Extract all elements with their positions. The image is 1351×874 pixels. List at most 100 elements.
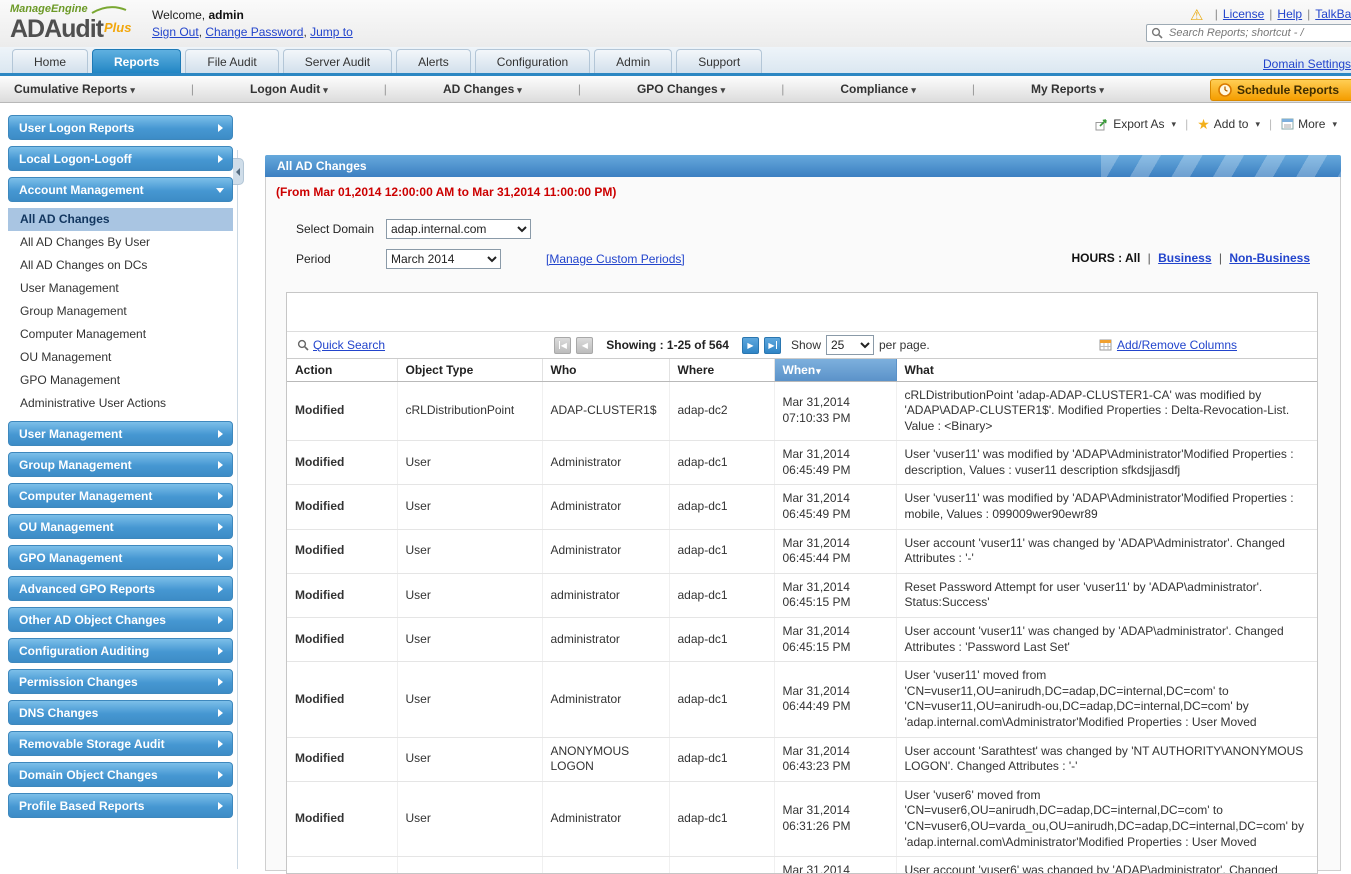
sidebar-item-group-management[interactable]: Group Management bbox=[8, 300, 233, 323]
sidebar-group-configuration-auditing[interactable]: Configuration Auditing bbox=[8, 638, 233, 663]
column-header-what[interactable]: What bbox=[896, 359, 1317, 381]
subnav-cumulative-reports[interactable]: Cumulative Reports▾ bbox=[14, 82, 135, 96]
domain-select[interactable]: adap.internal.com bbox=[386, 219, 531, 239]
table-row[interactable]: ModifiedUserANONYMOUS LOGONadap-dc1Mar 3… bbox=[287, 737, 1317, 781]
cell-action: Modified bbox=[287, 618, 397, 662]
utility-link-license[interactable]: License bbox=[1223, 7, 1264, 21]
sidebar-group-gpo-management[interactable]: GPO Management bbox=[8, 545, 233, 570]
tab-support[interactable]: Support bbox=[676, 49, 762, 73]
utility-link-help[interactable]: Help bbox=[1277, 7, 1302, 21]
hours-business-link[interactable]: Business bbox=[1158, 251, 1211, 265]
domain-settings-link[interactable]: Domain Settings bbox=[1263, 57, 1351, 71]
previous-page-button[interactable]: ◀ bbox=[576, 337, 593, 354]
column-header-when[interactable]: When▾ bbox=[774, 359, 896, 381]
subnav-my-reports[interactable]: My Reports▾ bbox=[1031, 82, 1104, 96]
sidebar-group-group-management[interactable]: Group Management bbox=[8, 452, 233, 477]
schedule-reports-button[interactable]: Schedule Reports bbox=[1210, 79, 1351, 101]
when-date: Mar 31,2014 bbox=[783, 536, 888, 552]
manage-custom-periods-link[interactable]: [Manage Custom Periods] bbox=[546, 252, 685, 266]
sidebar-item-all-ad-changes[interactable]: All AD Changes bbox=[8, 208, 233, 231]
sidebar-group-removable-storage-audit[interactable]: Removable Storage Audit bbox=[8, 731, 233, 756]
sidebar-group-computer-management[interactable]: Computer Management bbox=[8, 483, 233, 508]
sidebar-item-computer-management[interactable]: Computer Management bbox=[8, 323, 233, 346]
session-link-sign-out[interactable]: Sign Out bbox=[152, 25, 199, 39]
table-row[interactable]: ModifiedUserAdministratoradap-dc1Mar 31,… bbox=[287, 529, 1317, 573]
sidebar-edge bbox=[237, 150, 238, 869]
sidebar-item-all-ad-changes-on-dcs[interactable]: All AD Changes on DCs bbox=[8, 254, 233, 277]
sidebar-group-dns-changes[interactable]: DNS Changes bbox=[8, 700, 233, 725]
when-date: Mar 31,2014 bbox=[783, 684, 888, 700]
table-row[interactable]: ModifiedUserAdministratoradap-dc1Mar 31,… bbox=[287, 441, 1317, 485]
subnav-logon-audit[interactable]: Logon Audit▾ bbox=[250, 82, 328, 96]
more-button[interactable]: More▾ bbox=[1281, 117, 1337, 131]
table-row[interactable]: ModifiedUserAdministratoradap-dc1Mar 31,… bbox=[287, 781, 1317, 856]
tab-home[interactable]: Home bbox=[12, 49, 88, 73]
sidebar-group-label: OU Management bbox=[19, 520, 114, 534]
last-page-button[interactable]: ▶ bbox=[764, 337, 781, 354]
search-box[interactable] bbox=[1146, 24, 1351, 42]
hours-non-business-link[interactable]: Non-Business bbox=[1229, 251, 1310, 265]
page-size-select[interactable]: 25 bbox=[826, 335, 874, 355]
session-link-jump-to[interactable]: Jump to bbox=[310, 25, 353, 39]
subnav-ad-changes[interactable]: AD Changes▾ bbox=[443, 82, 522, 96]
sidebar-group-permission-changes[interactable]: Permission Changes bbox=[8, 669, 233, 694]
sidebar-collapse-handle[interactable] bbox=[233, 158, 244, 185]
column-header-action[interactable]: Action bbox=[287, 359, 397, 381]
search-input[interactable] bbox=[1167, 26, 1351, 40]
cell-what: User account 'Sarathtest' was changed by… bbox=[896, 737, 1317, 781]
tab-file-audit[interactable]: File Audit bbox=[185, 49, 278, 73]
column-header-object-type[interactable]: Object Type bbox=[397, 359, 542, 381]
report-date-range: (From Mar 01,2014 12:00:00 AM to Mar 31,… bbox=[266, 177, 1340, 201]
next-page-button[interactable]: ▶ bbox=[742, 337, 759, 354]
tab-server-audit[interactable]: Server Audit bbox=[283, 49, 392, 73]
main-panel: All AD Changes (From Mar 01,2014 12:00:0… bbox=[265, 155, 1341, 869]
sidebar-group-user-logon-reports[interactable]: User Logon Reports bbox=[8, 115, 233, 140]
chevron-right-icon bbox=[218, 709, 223, 717]
cell-who: ANONYMOUS LOGON bbox=[542, 737, 669, 781]
sidebar-group-local-logon-logoff[interactable]: Local Logon-Logoff bbox=[8, 146, 233, 171]
table-row[interactable]: ModifiedUseradministratoradap-dc1Mar 31,… bbox=[287, 618, 1317, 662]
table-row[interactable]: ModifiedUseradministratoradap-dc1Mar 31,… bbox=[287, 857, 1317, 874]
separator: | bbox=[1219, 251, 1222, 265]
period-select[interactable]: March 2014 bbox=[386, 249, 501, 269]
cell-when: Mar 31,201406:45:15 PM bbox=[774, 618, 896, 662]
table-row[interactable]: ModifiedcRLDistributionPointADAP-CLUSTER… bbox=[287, 381, 1317, 441]
session-link-change-password[interactable]: Change Password bbox=[205, 25, 303, 39]
sidebar-item-administrative-user-actions[interactable]: Administrative User Actions bbox=[8, 392, 233, 415]
table-row[interactable]: ModifiedUserAdministratoradap-dc1Mar 31,… bbox=[287, 662, 1317, 737]
sidebar-item-user-management[interactable]: User Management bbox=[8, 277, 233, 300]
quick-search-link[interactable]: Quick Search bbox=[297, 338, 385, 352]
sidebar-group-account-management[interactable]: Account Management bbox=[8, 177, 233, 202]
sidebar-group-other-ad-object-changes[interactable]: Other AD Object Changes bbox=[8, 607, 233, 632]
column-header-who[interactable]: Who bbox=[542, 359, 669, 381]
sidebar-item-all-ad-changes-by-user[interactable]: All AD Changes By User bbox=[8, 231, 233, 254]
first-page-button[interactable]: ◀ bbox=[554, 337, 571, 354]
cell-what: User 'vuser11' was modified by 'ADAP\Adm… bbox=[896, 485, 1317, 529]
sidebar-group-user-management[interactable]: User Management bbox=[8, 421, 233, 446]
when-date: Mar 31,2014 bbox=[783, 447, 888, 463]
tab-admin[interactable]: Admin bbox=[594, 49, 672, 73]
sidebar-item-gpo-management[interactable]: GPO Management bbox=[8, 369, 233, 392]
export-as-button[interactable]: Export As▾ bbox=[1095, 117, 1176, 131]
sidebar-item-ou-management[interactable]: OU Management bbox=[8, 346, 233, 369]
subnav-compliance[interactable]: Compliance▾ bbox=[840, 82, 916, 96]
cell-what: Reset Password Attempt for user 'vuser11… bbox=[896, 573, 1317, 617]
add-to-button[interactable]: ★ Add to▾ bbox=[1197, 117, 1260, 131]
sidebar-group-domain-object-changes[interactable]: Domain Object Changes bbox=[8, 762, 233, 787]
tab-configuration[interactable]: Configuration bbox=[475, 49, 590, 73]
table-row[interactable]: ModifiedUseradministratoradap-dc1Mar 31,… bbox=[287, 573, 1317, 617]
sidebar-group-label: Advanced GPO Reports bbox=[19, 582, 155, 596]
add-remove-columns-link[interactable]: Add/Remove Columns bbox=[1099, 338, 1237, 352]
subnav-gpo-changes[interactable]: GPO Changes▾ bbox=[637, 82, 725, 96]
utility-link-talkback[interactable]: TalkBack bbox=[1315, 7, 1351, 21]
tab-reports[interactable]: Reports bbox=[92, 49, 181, 73]
column-header-where[interactable]: Where bbox=[669, 359, 774, 381]
sidebar-group-advanced-gpo-reports[interactable]: Advanced GPO Reports bbox=[8, 576, 233, 601]
welcome-label: Welcome, bbox=[152, 8, 205, 22]
table-row[interactable]: ModifiedUserAdministratoradap-dc1Mar 31,… bbox=[287, 485, 1317, 529]
sidebar-group-ou-management[interactable]: OU Management bbox=[8, 514, 233, 539]
tab-alerts[interactable]: Alerts bbox=[396, 49, 471, 73]
when-date: Mar 31,2014 bbox=[783, 624, 888, 640]
sidebar-group-profile-based-reports[interactable]: Profile Based Reports bbox=[8, 793, 233, 818]
warning-icon[interactable]: ⚠ bbox=[1190, 7, 1203, 24]
